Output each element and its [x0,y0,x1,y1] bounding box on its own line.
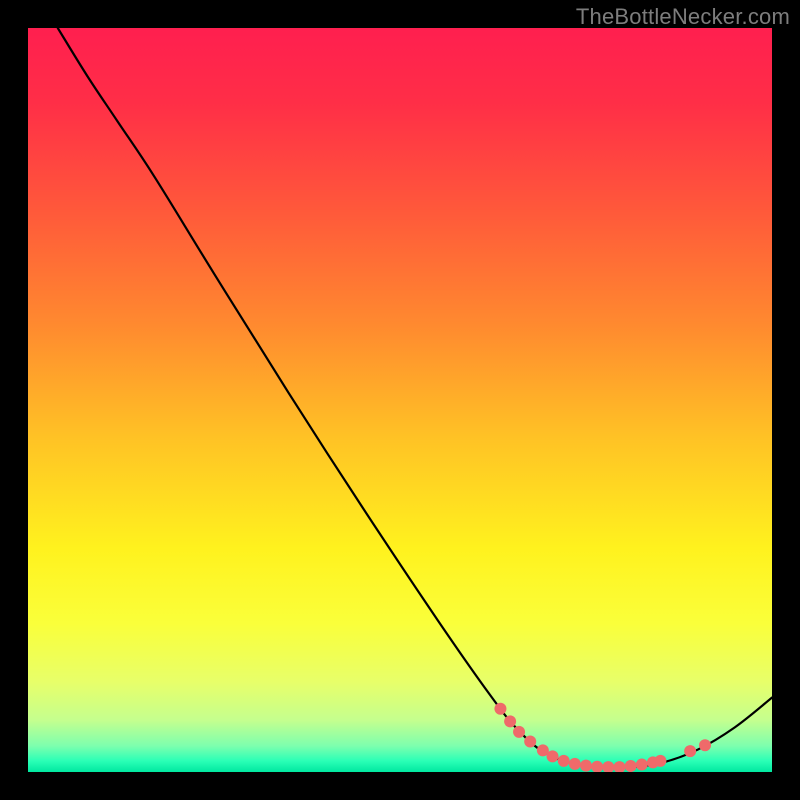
marker-dot [494,703,506,715]
marker-dot [699,739,711,751]
chart-frame: TheBottleNecker.com [0,0,800,800]
chart-svg [28,28,772,772]
marker-dot [625,760,637,772]
marker-dot [569,758,581,770]
marker-dot [636,759,648,771]
gradient-background [28,28,772,772]
marker-dot [558,755,570,767]
marker-dot [654,755,666,767]
marker-dot [513,726,525,738]
marker-dot [580,760,592,772]
watermark-text: TheBottleNecker.com [576,4,790,30]
plot-area [28,28,772,772]
marker-dot [524,736,536,748]
marker-dot [684,745,696,757]
marker-dot [547,750,559,762]
marker-dot [504,715,516,727]
